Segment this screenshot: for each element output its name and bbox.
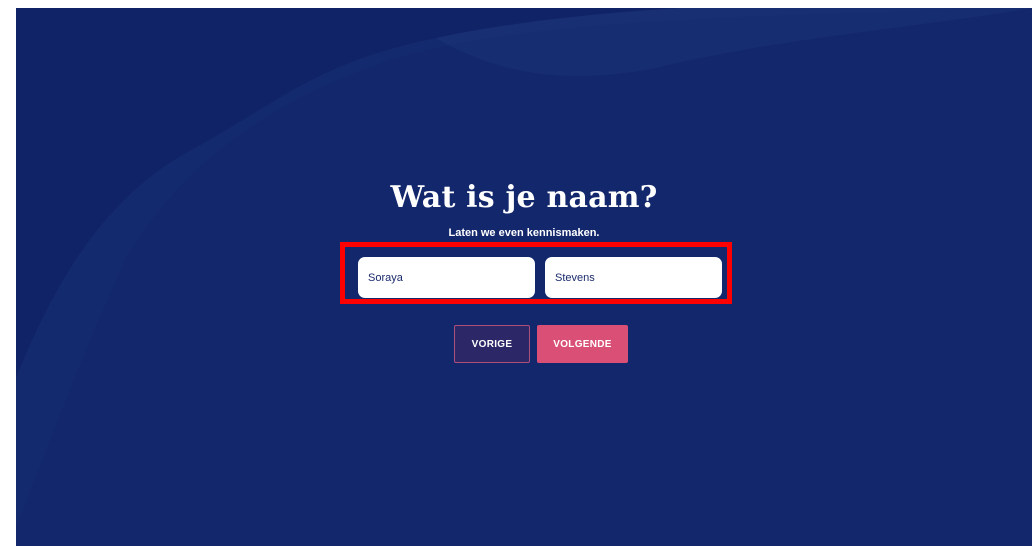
page-title: Wat is je naam? [390,180,658,215]
app-window: Wat is je naam? Laten we even kennismake… [16,8,1032,546]
next-button[interactable]: VOLGENDE [537,325,628,363]
first-name-input[interactable] [358,257,535,298]
last-name-input[interactable] [545,257,722,298]
name-step: Wat is je naam? Laten we even kennismake… [16,8,1032,546]
previous-button[interactable]: VORIGE [454,325,530,363]
page-subtitle: Laten we even kennismaken. [448,227,600,239]
